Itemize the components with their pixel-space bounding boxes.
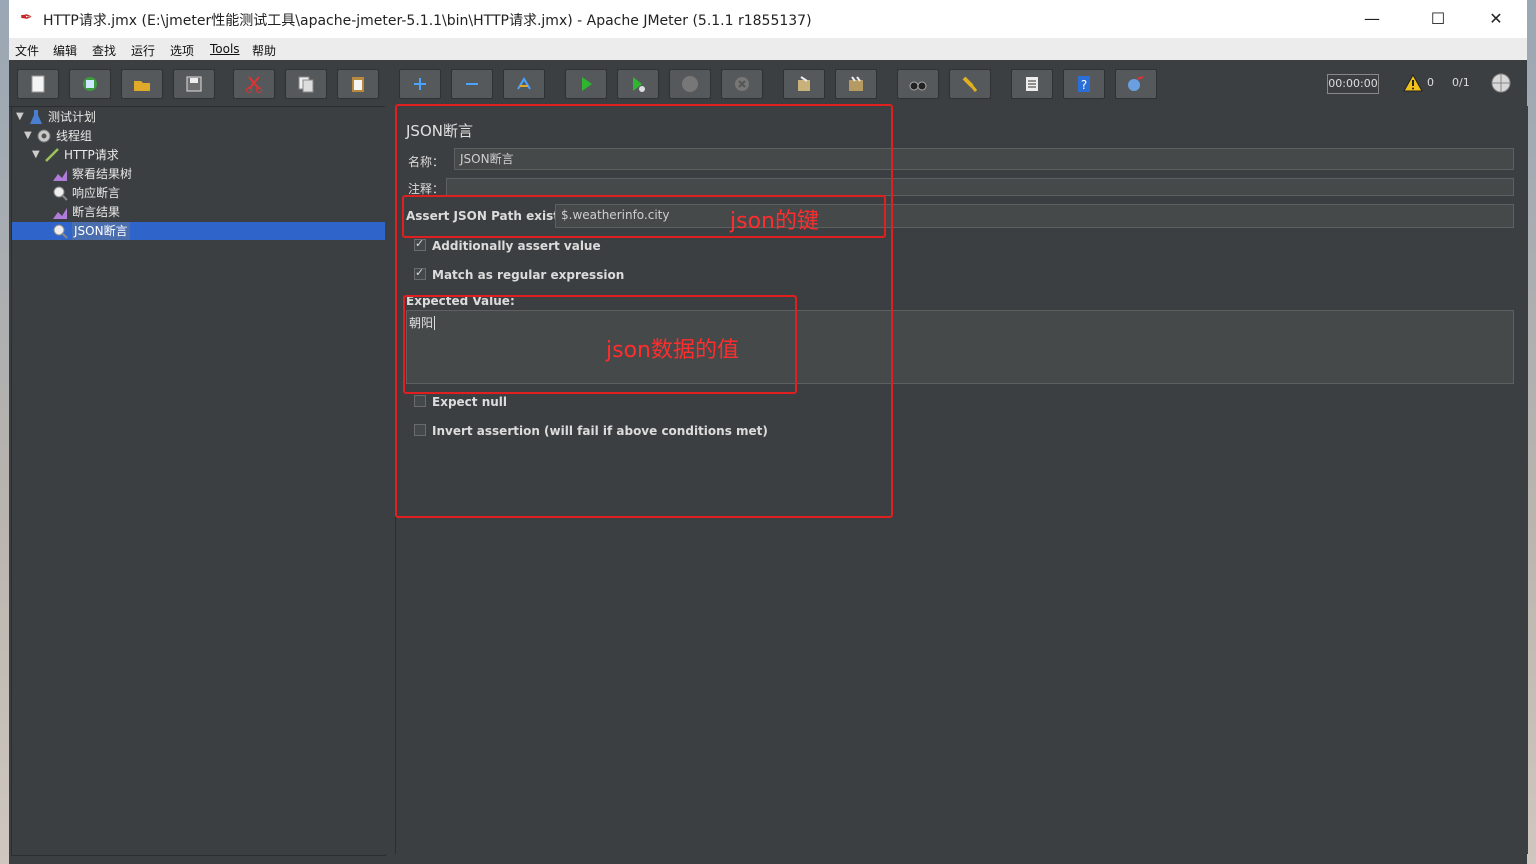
title-bar: ✒ HTTP请求.jmx (E:\jmeter性能测试工具\apache-jme…	[9, 0, 1527, 38]
clear-icon	[798, 76, 810, 91]
menu-search[interactable]: 查找	[92, 42, 116, 59]
toolbar: ?	[9, 60, 1527, 107]
listener-icon	[52, 204, 68, 220]
new-button[interactable]	[17, 69, 59, 99]
assertion-icon	[52, 223, 68, 239]
search-icon	[909, 81, 927, 91]
tree-node-label: 线程组	[56, 129, 93, 143]
open-icon	[134, 81, 150, 91]
elapsed-timer: 00:00:00	[1327, 74, 1379, 94]
annotation-json-key-note: json的键	[730, 209, 819, 234]
templates-button[interactable]	[69, 69, 111, 99]
close-button[interactable]: ✕	[1467, 0, 1525, 38]
tree-node-label: 响应断言	[72, 186, 121, 200]
paste-button[interactable]	[337, 69, 379, 99]
tree-node-http-request[interactable]: ▼ HTTP请求	[32, 146, 119, 164]
jmeter-window: ✒ HTTP请求.jmx (E:\jmeter性能测试工具\apache-jme…	[9, 0, 1528, 864]
shutdown-icon	[735, 77, 749, 91]
save-icon	[186, 76, 202, 92]
expand-toggle-icon[interactable]: ▼	[24, 127, 36, 145]
json-assertion-panel: JSON断言 名称： JSON断言 注释： Assert JSON Path e…	[395, 104, 1528, 854]
new-icon	[31, 75, 45, 93]
help-icon: ?	[1078, 76, 1090, 92]
menu-edit[interactable]: 编辑	[53, 42, 77, 59]
templates-icon	[83, 77, 97, 91]
tree-node-json-assertion[interactable]: JSON断言	[52, 222, 130, 240]
window-title: HTTP请求.jmx (E:\jmeter性能测试工具\apache-jmete…	[43, 13, 812, 29]
tree-node-label: 察看结果树	[72, 167, 133, 181]
thread-group-icon	[36, 128, 52, 144]
open-button[interactable]	[121, 69, 163, 99]
clear-all-button[interactable]	[835, 69, 877, 99]
search-button[interactable]	[897, 69, 939, 99]
tree-node-view-results-tree[interactable]: 察看结果树	[52, 165, 132, 183]
cut-button[interactable]	[233, 69, 275, 99]
collapse-icon	[466, 83, 478, 85]
expand-icon	[414, 78, 426, 90]
maximize-button[interactable]: ☐	[1409, 0, 1467, 38]
clear-button[interactable]	[783, 69, 825, 99]
annotation-json-value-note: json数据的值	[606, 338, 739, 363]
globe-icon[interactable]	[1490, 72, 1512, 94]
start-icon	[582, 77, 592, 91]
toggle-button[interactable]	[503, 69, 545, 99]
menu-bar: 文件 编辑 查找 运行 选项 Tools 帮助	[9, 38, 1527, 60]
paste-icon	[352, 77, 364, 92]
minimize-button[interactable]: —	[1343, 0, 1401, 38]
stop-icon	[682, 76, 698, 92]
menu-options[interactable]: 选项	[170, 42, 194, 59]
tree-node-label: 测试计划	[48, 110, 97, 124]
right-edge	[1517, 106, 1527, 854]
tree-node-assertion-results[interactable]: 断言结果	[52, 203, 120, 221]
tree-node-label: 断言结果	[72, 205, 121, 219]
svg-text:?: ?	[1081, 78, 1087, 92]
remote-button[interactable]	[1115, 69, 1157, 99]
stop-button[interactable]	[669, 69, 711, 99]
expand-toggle-icon[interactable]: ▼	[16, 108, 28, 126]
menu-help[interactable]: 帮助	[252, 42, 276, 59]
start-button[interactable]	[565, 69, 607, 99]
split-pane-divider[interactable]	[385, 106, 395, 854]
function-helper-button[interactable]	[1011, 69, 1053, 99]
tree-node-thread-group[interactable]: ▼ 线程组	[24, 127, 92, 145]
shutdown-button[interactable]	[721, 69, 763, 99]
copy-button[interactable]	[285, 69, 327, 99]
help-button[interactable]: ?	[1063, 69, 1105, 99]
test-plan-tree: ▼ 测试计划 ▼ 线程组 ▼ HTTP请求 察看结果树 响应断言 断言结果 JS…	[11, 106, 386, 856]
test-plan-icon	[28, 109, 44, 125]
tree-node-response-assertion[interactable]: 响应断言	[52, 184, 120, 202]
toggle-icon	[517, 77, 531, 90]
reset-search-icon	[962, 76, 978, 92]
clear-all-icon	[849, 76, 863, 91]
http-sampler-icon	[44, 147, 60, 163]
function-helper-icon	[1026, 77, 1038, 91]
tree-node-test-plan[interactable]: ▼ 测试计划	[16, 108, 96, 126]
tree-node-label: JSON断言	[72, 222, 130, 240]
expand-toggle-icon[interactable]: ▼	[32, 146, 44, 164]
warning-icon[interactable]	[1403, 74, 1423, 92]
active-threads: 0/1	[1452, 76, 1470, 89]
copy-icon	[298, 76, 314, 93]
assertion-icon	[52, 185, 68, 201]
start-no-pauses-button[interactable]	[617, 69, 659, 99]
menu-file[interactable]: 文件	[15, 42, 39, 59]
listener-icon	[52, 166, 68, 182]
collapse-all-button[interactable]	[451, 69, 493, 99]
save-button[interactable]	[173, 69, 215, 99]
jmeter-feather-icon: ✒	[20, 8, 33, 26]
tree-node-label: HTTP请求	[64, 148, 119, 162]
menu-run[interactable]: 运行	[131, 42, 155, 59]
expand-all-button[interactable]	[399, 69, 441, 99]
warning-count: 0	[1427, 76, 1434, 89]
start-no-pause-icon	[633, 77, 645, 92]
cut-icon	[246, 76, 262, 93]
reset-search-button[interactable]	[949, 69, 991, 99]
remote-icon	[1128, 76, 1144, 91]
menu-tools[interactable]: Tools	[210, 42, 240, 56]
